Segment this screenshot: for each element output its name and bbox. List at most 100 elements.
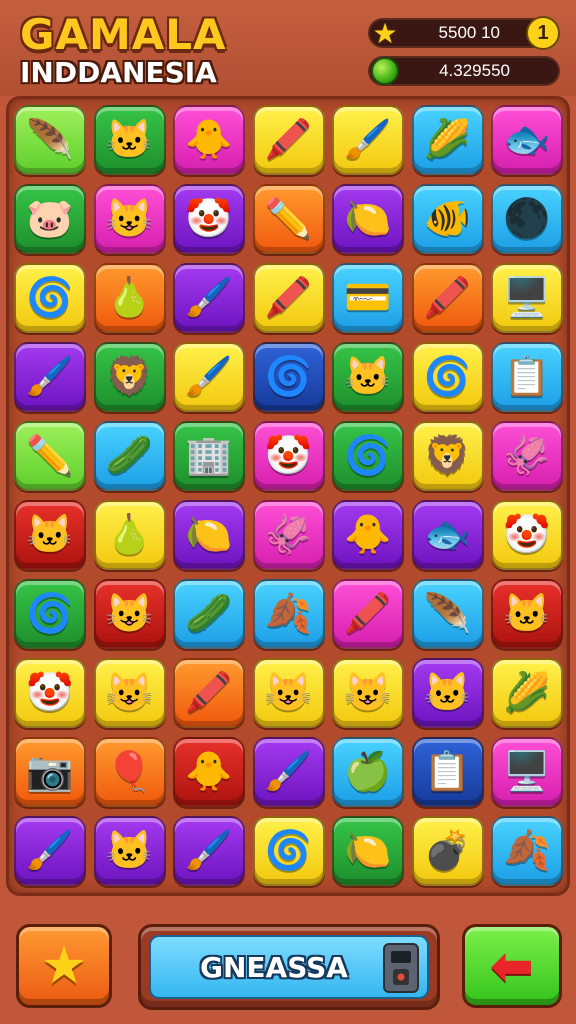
tile-r3-c7[interactable]: 🖥️ (491, 263, 563, 333)
tile-r5-c1[interactable]: ✏️ (14, 421, 86, 491)
pencil-icon: ✏️ (264, 198, 313, 240)
tile-r4-c6[interactable]: 🌀 (411, 342, 484, 412)
tile-r7-c1[interactable]: 🌀 (14, 579, 86, 649)
tile-r8-c5[interactable]: 😺 (332, 658, 404, 728)
tile-r1-c4[interactable]: 🖍️ (252, 105, 325, 175)
tile-r2-c5[interactable]: 🍋 (332, 184, 404, 254)
tile-r2-c7[interactable]: 🌑 (491, 184, 563, 254)
back-button[interactable]: ⬅ (462, 924, 562, 1008)
paintbrush-icon: 🖌️ (264, 751, 313, 793)
tile-r8-c2[interactable]: 😺 (93, 658, 166, 728)
tile-r4-c2[interactable]: 🦁 (93, 342, 166, 412)
tile-r3-c4[interactable]: 🖍️ (252, 263, 325, 333)
tile-r5-c4[interactable]: 🤡 (252, 421, 325, 491)
tile-r10-c4[interactable]: 🌀 (252, 816, 325, 886)
tile-r3-c6[interactable]: 🖍️ (411, 263, 484, 333)
tile-r3-c1[interactable]: 🌀 (14, 263, 86, 333)
tile-r1-c5[interactable]: 🖌️ (332, 105, 404, 175)
screen-icon: 🖥️ (503, 277, 551, 319)
tile-r7-c7[interactable]: 🐱 (491, 579, 563, 649)
tile-r6-c7[interactable]: 🤡 (491, 500, 563, 570)
tile-r3-c5[interactable]: 💳 (332, 263, 404, 333)
tile-r6-c1[interactable]: 🐱 (14, 500, 86, 570)
tile-r8-c6[interactable]: 🐱 (411, 658, 484, 728)
tile-r5-c7[interactable]: 🦑 (491, 421, 563, 491)
tile-r2-c1[interactable]: 🐷 (14, 184, 86, 254)
tile-r4-c5[interactable]: 🐱 (332, 342, 404, 412)
tile-r4-c7[interactable]: 📋 (491, 342, 563, 412)
star-button[interactable]: ★ (16, 924, 112, 1008)
tile-r4-c4[interactable]: 🌀 (252, 342, 325, 412)
tile-r7-c6[interactable]: 🪶 (411, 579, 484, 649)
tile-r2-c3[interactable]: 🤡 (173, 184, 245, 254)
cat-face-icon: 😺 (105, 198, 154, 240)
clown-icon: 🤡 (26, 672, 74, 714)
green-apple-icon: 🍏 (344, 751, 392, 793)
tile-r8-c7[interactable]: 🌽 (491, 658, 563, 728)
tile-r9-c5[interactable]: 🍏 (332, 737, 404, 807)
tile-r8-c1[interactable]: 🤡 (14, 658, 86, 728)
tile-r7-c3[interactable]: 🥒 (173, 579, 245, 649)
tile-r5-c3[interactable]: 🏢 (173, 421, 245, 491)
fish-icon: 🐟 (503, 119, 551, 161)
cucumber-icon: 🥒 (105, 435, 154, 477)
tile-r10-c5[interactable]: 🍋 (332, 816, 404, 886)
tile-r9-c4[interactable]: 🖌️ (252, 737, 325, 807)
tile-r6-c4[interactable]: 🦑 (252, 500, 325, 570)
tile-r10-c6[interactable]: 💣 (411, 816, 484, 886)
cat-ball-icon: 🐱 (344, 356, 392, 398)
tile-r8-c3[interactable]: 🖍️ (173, 658, 245, 728)
building-icon: 🏢 (185, 435, 233, 477)
coin-counter: 4.329550 (368, 56, 560, 86)
tile-r3-c2[interactable]: 🍐 (93, 263, 166, 333)
main-action-button[interactable]: GNEASSA (138, 924, 440, 1010)
marker-icon: 🖍️ (185, 672, 233, 714)
tile-r1-c7[interactable]: 🐟 (491, 105, 563, 175)
tile-r10-c1[interactable]: 🖌️ (14, 816, 86, 886)
tile-r7-c2[interactable]: 😺 (93, 579, 166, 649)
squid-icon: 🦑 (264, 514, 313, 556)
cat-face-icon: 😺 (105, 593, 154, 635)
tile-r6-c2[interactable]: 🍐 (93, 500, 166, 570)
tile-r5-c6[interactable]: 🦁 (411, 421, 484, 491)
tile-r2-c4[interactable]: ✏️ (252, 184, 325, 254)
tile-r6-c5[interactable]: 🐥 (332, 500, 404, 570)
main-action-panel[interactable]: GNEASSA (149, 935, 429, 999)
main-action-label: GNEASSA (200, 950, 348, 984)
clipboard-icon: 📋 (423, 751, 472, 793)
tile-r5-c5[interactable]: 🌀 (332, 421, 404, 491)
tile-r1-c3[interactable]: 🐥 (173, 105, 245, 175)
cucumber-icon: 🥒 (185, 593, 233, 635)
tile-r7-c4[interactable]: 🍂 (252, 579, 325, 649)
tile-r4-c3[interactable]: 🖌️ (173, 342, 245, 412)
tile-r1-c1[interactable]: 🪶 (14, 105, 86, 175)
score-badge: 1 (526, 16, 560, 50)
camera-icon: 📷 (26, 751, 74, 793)
swirl-icon: 🌀 (264, 356, 313, 398)
corn-icon: 🌽 (503, 672, 551, 714)
tile-r6-c3[interactable]: 🍋 (173, 500, 245, 570)
tile-r9-c3[interactable]: 🐥 (173, 737, 245, 807)
tile-r4-c1[interactable]: 🖌️ (14, 342, 86, 412)
pig-face-icon: 🐷 (26, 198, 74, 240)
tile-r2-c6[interactable]: 🐠 (411, 184, 484, 254)
score-counter: ★ 5500 10 1 (368, 16, 560, 50)
tile-r9-c7[interactable]: 🖥️ (491, 737, 563, 807)
tile-r9-c6[interactable]: 📋 (411, 737, 484, 807)
tile-r9-c1[interactable]: 📷 (14, 737, 86, 807)
tile-r9-c2[interactable]: 🎈 (93, 737, 166, 807)
spiral-icon: 🌀 (423, 356, 472, 398)
tile-r6-c6[interactable]: 🐟 (411, 500, 484, 570)
tile-r5-c2[interactable]: 🥒 (93, 421, 166, 491)
moon-ball-icon: 🌑 (503, 198, 551, 240)
tile-r7-c5[interactable]: 🖍️ (332, 579, 404, 649)
tile-r10-c2[interactable]: 🐱 (93, 816, 166, 886)
tile-r2-c2[interactable]: 😺 (93, 184, 166, 254)
tile-r10-c3[interactable]: 🖌️ (173, 816, 245, 886)
tile-r8-c4[interactable]: 😺 (252, 658, 325, 728)
tile-r1-c6[interactable]: 🌽 (411, 105, 484, 175)
tile-r1-c2[interactable]: 🐱 (93, 105, 166, 175)
tile-r3-c3[interactable]: 🖌️ (173, 263, 245, 333)
tile-r10-c7[interactable]: 🍂 (491, 816, 563, 886)
cat-face-icon: 😺 (344, 672, 392, 714)
